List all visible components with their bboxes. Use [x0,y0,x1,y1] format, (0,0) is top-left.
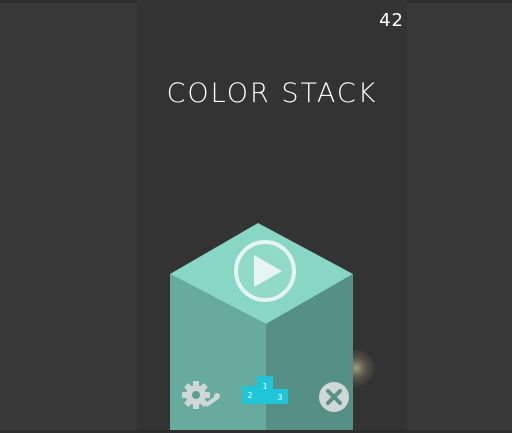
close-icon [319,382,349,412]
podium-second-label: 2 [247,391,252,400]
podium-first-label: 1 [262,382,267,391]
play-button[interactable] [234,240,296,302]
settings-button[interactable] [180,379,222,411]
close-button[interactable] [317,380,351,414]
game-screen: 42 COLOR STACK 1 2 3 [0,0,512,433]
settings-icon [182,381,220,409]
podium-third-label: 3 [277,393,282,402]
leaderboard-button[interactable]: 1 2 3 [240,376,290,406]
stack-block [170,223,353,433]
